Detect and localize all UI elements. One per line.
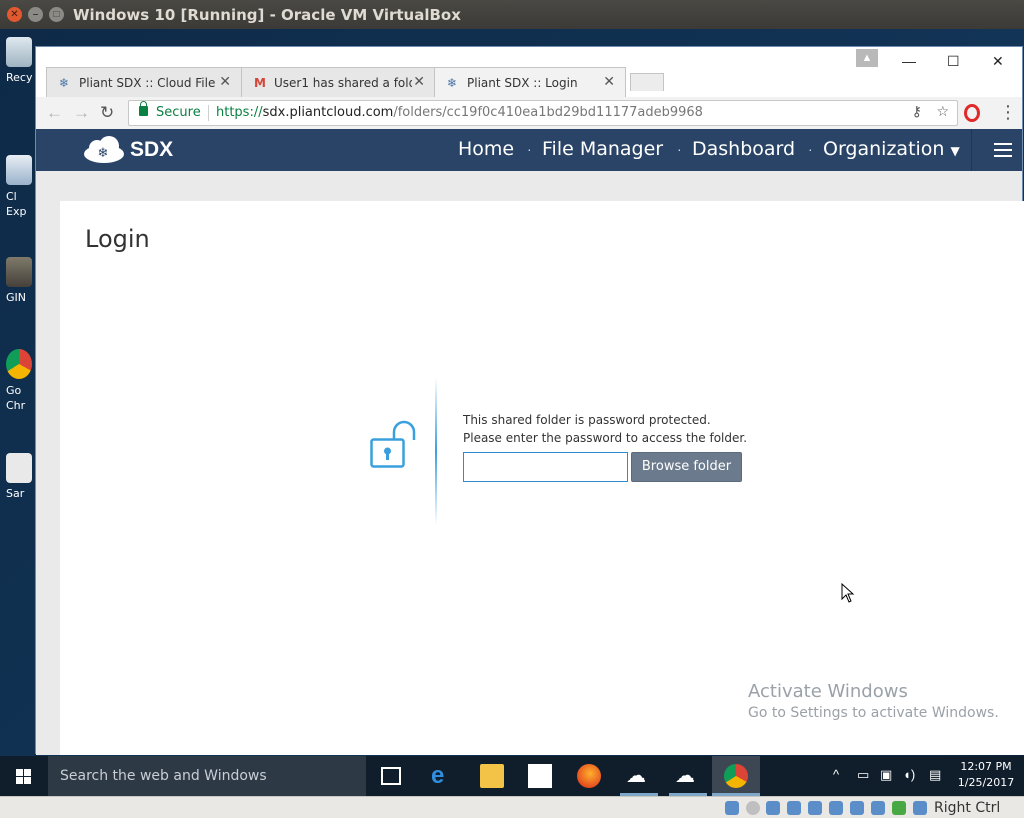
hamburger-menu-icon[interactable]: [971, 129, 1023, 171]
desktop-icon-google-chrome[interactable]: Go Chr: [6, 349, 36, 413]
document-icon: [6, 453, 32, 483]
close-icon[interactable]: ✕: [992, 53, 1004, 70]
virtualbox-titlebar: ✕ – □ Windows 10 [Running] - Oracle VM V…: [0, 0, 1024, 29]
back-arrow-icon[interactable]: ←: [46, 103, 63, 123]
maximize-window-button[interactable]: □: [49, 7, 64, 22]
tab-strip: ❄ Pliant SDX :: Cloud File M ✕ M User1 h…: [36, 47, 1022, 97]
close-tab-icon[interactable]: ✕: [603, 74, 615, 90]
page-title: Login: [85, 225, 150, 253]
tab-cloud-file-manager[interactable]: ❄ Pliant SDX :: Cloud File M ✕: [46, 67, 242, 97]
nav-dashboard[interactable]: Dashboard: [692, 138, 795, 160]
desktop-icon-gimp[interactable]: GIN: [6, 257, 36, 304]
desktop-icon-recycle-bin[interactable]: Recy: [6, 37, 36, 84]
keyboard-capture-icon[interactable]: [913, 801, 927, 815]
hard-disk-icon[interactable]: [725, 801, 739, 815]
url-text: https://sdx.pliantcloud.com/folders/cc19…: [216, 105, 703, 120]
svg-text:❄: ❄: [98, 146, 109, 161]
task-view-icon[interactable]: [381, 767, 401, 785]
recycle-bin-icon: [6, 37, 32, 67]
close-window-button[interactable]: ✕: [7, 7, 22, 22]
battery-icon[interactable]: ▭: [857, 767, 869, 783]
taskbar-search-box[interactable]: Search the web and Windows: [48, 756, 366, 796]
gmail-icon: M: [254, 76, 266, 90]
protected-message: This shared folder is password protected…: [463, 413, 711, 427]
display-icon[interactable]: [829, 801, 843, 815]
tab-gmail[interactable]: M User1 has shared a folde ✕: [241, 67, 436, 97]
browser-toolbar: ← → ↻ Secure https://sdx.pliantcloud.com…: [36, 97, 1022, 129]
browser-window: ❄ Pliant SDX :: Cloud File M ✕ M User1 h…: [35, 46, 1024, 755]
optical-drive-icon[interactable]: [746, 801, 760, 815]
forward-arrow-icon[interactable]: →: [73, 103, 90, 123]
nav-home[interactable]: Home: [458, 138, 514, 160]
password-input[interactable]: [463, 452, 628, 482]
activate-windows-subtitle: Go to Settings to activate Windows.: [748, 705, 999, 721]
host-key-label: Right Ctrl: [934, 800, 1001, 816]
nav-file-manager[interactable]: File Manager: [542, 138, 663, 160]
chrome-icon[interactable]: [724, 764, 748, 788]
shared-folder-icon[interactable]: [808, 801, 822, 815]
maximize-icon[interactable]: ☐: [947, 53, 960, 70]
site-header: ❄ SDX Home · File Manager · Dashboard · …: [36, 129, 1022, 171]
activate-windows-title: Activate Windows: [748, 681, 908, 702]
taskbar-clock[interactable]: 12:07 PM 1/25/2017: [952, 759, 1020, 791]
desktop-icon-sample[interactable]: Sar: [6, 453, 36, 500]
audio-icon[interactable]: [766, 801, 780, 815]
window-title: Windows 10 [Running] - Oracle VM Virtual…: [73, 6, 461, 24]
logo-text[interactable]: SDX: [130, 138, 173, 162]
network-adapter-icon[interactable]: [892, 801, 906, 815]
cpu-icon[interactable]: [871, 801, 885, 815]
sdx-cloud-logo[interactable]: ❄: [80, 136, 128, 164]
lock-icon: [139, 101, 148, 116]
cloud-app-icon[interactable]: ☁: [675, 764, 699, 788]
show-hidden-icons[interactable]: ^: [833, 767, 839, 782]
windows-taskbar: Search the web and Windows e ☁ ☁ ^ ▭ ▣ ◖…: [0, 756, 1024, 796]
firefox-icon[interactable]: [577, 764, 601, 788]
minimize-icon[interactable]: —: [902, 53, 916, 69]
instruction-message: Please enter the password to access the …: [463, 431, 748, 445]
new-tab-button[interactable]: [630, 73, 664, 91]
snowflake-icon: ❄: [59, 76, 70, 90]
chrome-menu-icon[interactable]: ⋮: [999, 102, 1017, 123]
key-icon[interactable]: ⚷: [912, 104, 922, 120]
gimp-icon: [6, 257, 32, 287]
volume-icon[interactable]: ◖): [903, 767, 915, 782]
browse-folder-button[interactable]: Browse folder: [631, 452, 742, 482]
cloud-icon: [6, 155, 32, 185]
unlocked-padlock-icon: [370, 420, 416, 468]
snowflake-icon: ❄: [447, 76, 458, 90]
edge-icon[interactable]: e: [431, 764, 455, 788]
mouse-cursor-icon: [841, 583, 855, 603]
close-tab-icon[interactable]: ✕: [219, 74, 231, 90]
virtualbox-statusbar: Right Ctrl: [0, 796, 1024, 818]
reload-icon[interactable]: ↻: [100, 103, 114, 123]
store-icon[interactable]: [528, 764, 552, 788]
close-tab-icon[interactable]: ✕: [413, 74, 425, 90]
profile-icon[interactable]: ▲: [856, 49, 878, 67]
start-button[interactable]: [0, 756, 48, 796]
usb-icon[interactable]: [787, 801, 801, 815]
network-icon[interactable]: ▣: [880, 767, 892, 783]
file-explorer-icon[interactable]: [480, 764, 504, 788]
nav-organization[interactable]: Organization ▼: [823, 138, 960, 160]
action-center-icon[interactable]: ▤: [929, 767, 941, 783]
chrome-icon: [6, 349, 32, 379]
minimize-window-button[interactable]: –: [28, 7, 43, 22]
star-icon[interactable]: ☆: [936, 104, 949, 120]
caret-down-icon: ▼: [950, 144, 960, 158]
tab-login[interactable]: ❄ Pliant SDX :: Login ✕: [434, 67, 626, 97]
desktop-icon-cloud-explorer[interactable]: Cl Exp: [6, 155, 36, 219]
cloud-app-icon[interactable]: ☁: [626, 764, 650, 788]
opera-extension-icon[interactable]: [964, 104, 980, 122]
address-bar[interactable]: Secure https://sdx.pliantcloud.com/folde…: [128, 100, 958, 126]
video-capture-icon[interactable]: [850, 801, 864, 815]
